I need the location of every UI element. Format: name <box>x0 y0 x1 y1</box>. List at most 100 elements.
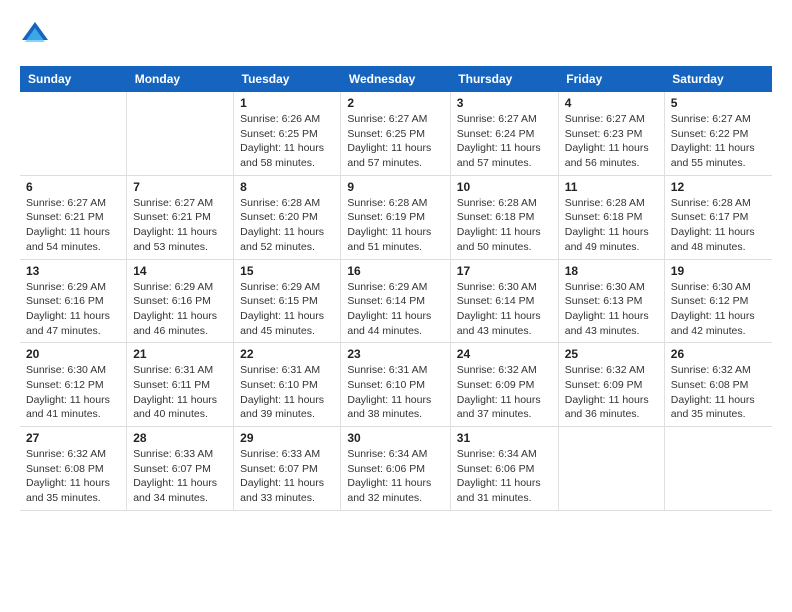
calendar-cell: 31 Sunrise: 6:34 AMSunset: 6:06 PMDayligh… <box>450 427 558 511</box>
day-number: 31 <box>457 431 552 445</box>
calendar-cell: 3Sunrise: 6:27 AMSunset: 6:24 PMDaylight… <box>450 92 558 175</box>
calendar-cell: 25 Sunrise: 6:32 AMSunset: 6:09 PMDayligh… <box>558 343 664 427</box>
day-number: 22 <box>240 347 334 361</box>
calendar-cell: 26 Sunrise: 6:32 AMSunset: 6:08 PMDayligh… <box>664 343 772 427</box>
day-number: 2 <box>347 96 443 110</box>
calendar-cell: 16 Sunrise: 6:29 AMSunset: 6:14 PMDayligh… <box>341 259 450 343</box>
calendar-cell: 1 Sunrise: 6:26 AMSunset: 6:25 PMDaylight… <box>234 92 341 175</box>
day-number: 20 <box>26 347 120 361</box>
calendar-cell: 19 Sunrise: 6:30 AMSunset: 6:12 PMDayligh… <box>664 259 772 343</box>
calendar-cell: 7 Sunrise: 6:27 AMSunset: 6:21 PMDaylight… <box>127 175 234 259</box>
header-thursday: Thursday <box>450 66 558 92</box>
day-number: 19 <box>671 264 766 278</box>
day-number: 7 <box>133 180 227 194</box>
day-number: 8 <box>240 180 334 194</box>
day-info: Sunrise: 6:32 AMSunset: 6:09 PMDaylight:… <box>457 363 552 422</box>
day-number: 11 <box>565 180 658 194</box>
day-info: Sunrise: 6:31 AMSunset: 6:11 PMDaylight:… <box>133 363 227 422</box>
day-info: Sunrise: 6:32 AMSunset: 6:09 PMDaylight:… <box>565 363 658 422</box>
calendar-week-row: 20 Sunrise: 6:30 AMSunset: 6:12 PMDayligh… <box>20 343 772 427</box>
day-number: 21 <box>133 347 227 361</box>
calendar-cell <box>127 92 234 175</box>
day-number: 12 <box>671 180 766 194</box>
day-info: Sunrise: 6:33 AMSunset: 6:07 PMDaylight:… <box>133 447 227 506</box>
header-tuesday: Tuesday <box>234 66 341 92</box>
day-number: 3 <box>457 96 552 110</box>
day-info: Sunrise: 6:34 AMSunset: 6:06 PMDaylight:… <box>457 447 552 506</box>
day-number: 17 <box>457 264 552 278</box>
header-monday: Monday <box>127 66 234 92</box>
day-info: Sunrise: 6:28 AMSunset: 6:17 PMDaylight:… <box>671 196 766 255</box>
calendar: SundayMondayTuesdayWednesdayThursdayFrid… <box>20 66 772 511</box>
header-wednesday: Wednesday <box>341 66 450 92</box>
calendar-cell <box>558 427 664 511</box>
day-info: Sunrise: 6:30 AMSunset: 6:14 PMDaylight:… <box>457 280 552 339</box>
day-info: Sunrise: 6:28 AMSunset: 6:19 PMDaylight:… <box>347 196 443 255</box>
calendar-header-row: SundayMondayTuesdayWednesdayThursdayFrid… <box>20 66 772 92</box>
calendar-week-row: 27 Sunrise: 6:32 AMSunset: 6:08 PMDayligh… <box>20 427 772 511</box>
day-info: Sunrise: 6:31 AMSunset: 6:10 PMDaylight:… <box>347 363 443 422</box>
day-number: 9 <box>347 180 443 194</box>
calendar-cell <box>664 427 772 511</box>
calendar-cell: 4Sunrise: 6:27 AMSunset: 6:23 PMDaylight… <box>558 92 664 175</box>
day-info: Sunrise: 6:30 AMSunset: 6:13 PMDaylight:… <box>565 280 658 339</box>
day-info: Sunrise: 6:34 AMSunset: 6:06 PMDaylight:… <box>347 447 443 506</box>
calendar-cell: 24 Sunrise: 6:32 AMSunset: 6:09 PMDayligh… <box>450 343 558 427</box>
day-number: 28 <box>133 431 227 445</box>
calendar-cell: 22 Sunrise: 6:31 AMSunset: 6:10 PMDayligh… <box>234 343 341 427</box>
day-info: Sunrise: 6:29 AMSunset: 6:14 PMDaylight:… <box>347 280 443 339</box>
calendar-cell: 18 Sunrise: 6:30 AMSunset: 6:13 PMDayligh… <box>558 259 664 343</box>
calendar-cell: 6Sunrise: 6:27 AMSunset: 6:21 PMDaylight… <box>20 175 127 259</box>
day-number: 15 <box>240 264 334 278</box>
day-number: 10 <box>457 180 552 194</box>
day-info: Sunrise: 6:27 AMSunset: 6:23 PMDaylight:… <box>565 112 658 171</box>
day-info: Sunrise: 6:31 AMSunset: 6:10 PMDaylight:… <box>240 363 334 422</box>
day-number: 18 <box>565 264 658 278</box>
day-info: Sunrise: 6:32 AMSunset: 6:08 PMDaylight:… <box>671 363 766 422</box>
day-info: Sunrise: 6:32 AMSunset: 6:08 PMDaylight:… <box>26 447 120 506</box>
calendar-cell <box>20 92 127 175</box>
calendar-cell: 9 Sunrise: 6:28 AMSunset: 6:19 PMDaylight… <box>341 175 450 259</box>
day-info: Sunrise: 6:27 AMSunset: 6:25 PMDaylight:… <box>347 112 443 171</box>
calendar-week-row: 1 Sunrise: 6:26 AMSunset: 6:25 PMDaylight… <box>20 92 772 175</box>
calendar-cell: 14Sunrise: 6:29 AMSunset: 6:16 PMDayligh… <box>127 259 234 343</box>
day-number: 6 <box>26 180 120 194</box>
logo <box>20 20 54 50</box>
calendar-cell: 11 Sunrise: 6:28 AMSunset: 6:18 PMDayligh… <box>558 175 664 259</box>
day-info: Sunrise: 6:30 AMSunset: 6:12 PMDaylight:… <box>26 363 120 422</box>
calendar-cell: 8Sunrise: 6:28 AMSunset: 6:20 PMDaylight… <box>234 175 341 259</box>
calendar-cell: 2 Sunrise: 6:27 AMSunset: 6:25 PMDaylight… <box>341 92 450 175</box>
day-info: Sunrise: 6:29 AMSunset: 6:16 PMDaylight:… <box>26 280 120 339</box>
calendar-week-row: 6 Sunrise: 6:27 AMSunset: 6:21 PMDaylight… <box>20 175 772 259</box>
day-number: 30 <box>347 431 443 445</box>
calendar-cell: 27 Sunrise: 6:32 AMSunset: 6:08 PMDayligh… <box>20 427 127 511</box>
calendar-cell: 28 Sunrise: 6:33 AMSunset: 6:07 PMDayligh… <box>127 427 234 511</box>
day-info: Sunrise: 6:29 AMSunset: 6:15 PMDaylight:… <box>240 280 334 339</box>
day-number: 1 <box>240 96 334 110</box>
calendar-cell: 10 Sunrise: 6:28 AMSunset: 6:18 PMDayligh… <box>450 175 558 259</box>
header-saturday: Saturday <box>664 66 772 92</box>
calendar-cell: 5 Sunrise: 6:27 AMSunset: 6:22 PMDaylight… <box>664 92 772 175</box>
calendar-cell: 17 Sunrise: 6:30 AMSunset: 6:14 PMDayligh… <box>450 259 558 343</box>
day-number: 5 <box>671 96 766 110</box>
day-info: Sunrise: 6:28 AMSunset: 6:18 PMDaylight:… <box>565 196 658 255</box>
calendar-cell: 21 Sunrise: 6:31 AMSunset: 6:11 PMDayligh… <box>127 343 234 427</box>
day-info: Sunrise: 6:27 AMSunset: 6:21 PMDaylight:… <box>133 196 227 255</box>
day-info: Sunrise: 6:28 AMSunset: 6:18 PMDaylight:… <box>457 196 552 255</box>
calendar-cell: 12 Sunrise: 6:28 AMSunset: 6:17 PMDayligh… <box>664 175 772 259</box>
calendar-cell: 23 Sunrise: 6:31 AMSunset: 6:10 PMDayligh… <box>341 343 450 427</box>
day-number: 23 <box>347 347 443 361</box>
day-number: 16 <box>347 264 443 278</box>
day-number: 27 <box>26 431 120 445</box>
day-number: 24 <box>457 347 552 361</box>
day-info: Sunrise: 6:26 AMSunset: 6:25 PMDaylight:… <box>240 112 334 171</box>
day-info: Sunrise: 6:27 AMSunset: 6:22 PMDaylight:… <box>671 112 766 171</box>
day-number: 29 <box>240 431 334 445</box>
day-number: 26 <box>671 347 766 361</box>
day-info: Sunrise: 6:33 AMSunset: 6:07 PMDaylight:… <box>240 447 334 506</box>
day-number: 25 <box>565 347 658 361</box>
day-info: Sunrise: 6:30 AMSunset: 6:12 PMDaylight:… <box>671 280 766 339</box>
calendar-cell: 13 Sunrise: 6:29 AMSunset: 6:16 PMDayligh… <box>20 259 127 343</box>
day-number: 13 <box>26 264 120 278</box>
header-friday: Friday <box>558 66 664 92</box>
